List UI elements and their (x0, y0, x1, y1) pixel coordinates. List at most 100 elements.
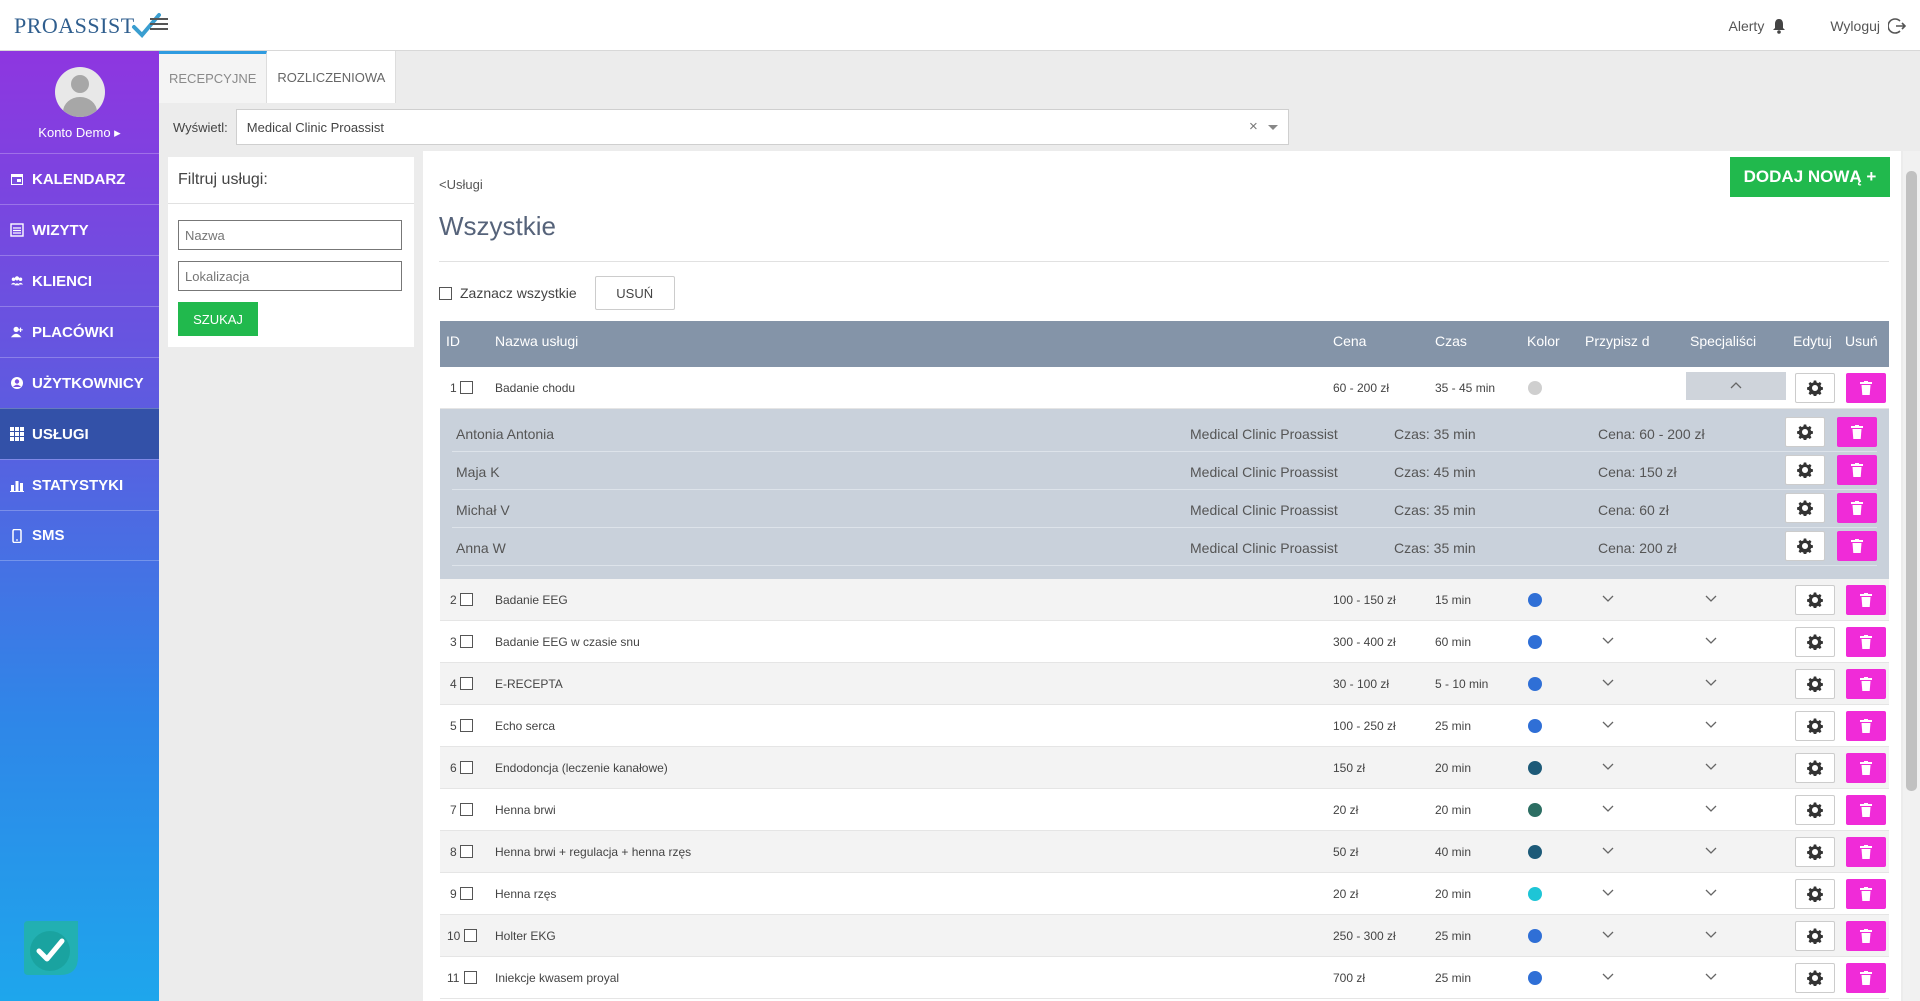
sidebar-item-wizyty[interactable]: WIZYTY (0, 204, 159, 255)
row-checkbox[interactable] (464, 971, 477, 984)
scrollbar[interactable] (1903, 151, 1920, 1001)
delete-button[interactable] (1846, 921, 1886, 951)
chevron-down-icon[interactable] (1602, 846, 1614, 856)
service-name[interactable]: Badanie EEG w czasie snu (495, 635, 640, 649)
chevron-down-icon[interactable] (1705, 594, 1717, 604)
edit-button[interactable] (1795, 753, 1835, 783)
row-checkbox[interactable] (460, 381, 473, 394)
profile[interactable]: Konto Demo ▸ (0, 51, 159, 153)
chevron-down-icon[interactable] (1602, 930, 1614, 940)
row-checkbox[interactable] (460, 887, 473, 900)
row-checkbox[interactable] (460, 635, 473, 648)
chevron-down-icon[interactable] (1602, 804, 1614, 814)
delete-specialist-button[interactable] (1837, 417, 1877, 447)
menu-toggle-icon[interactable] (150, 15, 168, 33)
scrollbar-thumb[interactable] (1906, 171, 1917, 791)
sidebar-item-sms[interactable]: SMS (0, 510, 159, 561)
edit-specialist-button[interactable] (1785, 455, 1825, 485)
tab-rozliczeniowa[interactable]: ROZLICZENIOWA (267, 51, 397, 103)
delete-specialist-button[interactable] (1837, 531, 1877, 561)
chevron-down-icon[interactable] (1267, 125, 1278, 130)
service-name[interactable]: Henna brwi + regulacja + henna rzęs (495, 845, 691, 859)
chevron-down-icon[interactable] (1602, 762, 1614, 772)
delete-selected-button[interactable]: USUŃ (594, 276, 675, 310)
edit-button[interactable] (1795, 921, 1835, 951)
logout-link[interactable]: Wyloguj (1830, 17, 1906, 35)
edit-button[interactable] (1795, 585, 1835, 615)
tab-recepcyjne[interactable]: RECEPCYJNE (159, 51, 268, 103)
clinic-select[interactable]: Medical Clinic Proassist × (235, 109, 1289, 145)
clear-icon[interactable]: × (1249, 118, 1258, 135)
service-name[interactable]: Iniekcje kwasem proyal (495, 971, 619, 985)
service-name[interactable]: Endodoncja (leczenie kanałowe) (495, 761, 668, 775)
row-checkbox[interactable] (460, 719, 473, 732)
chevron-down-icon[interactable] (1705, 678, 1717, 688)
delete-button[interactable] (1846, 585, 1886, 615)
service-name[interactable]: Holter EKG (495, 929, 556, 943)
edit-specialist-button[interactable] (1785, 531, 1825, 561)
row-checkbox[interactable] (460, 593, 473, 606)
select-all-checkbox[interactable] (439, 286, 452, 300)
delete-button[interactable] (1846, 963, 1886, 993)
chevron-down-icon[interactable] (1705, 636, 1717, 646)
breadcrumb[interactable]: <Usługi (439, 177, 483, 192)
delete-button[interactable] (1846, 837, 1886, 867)
sidebar-item-kalendarz[interactable]: KALENDARZ (0, 153, 159, 204)
chevron-down-icon[interactable] (1705, 930, 1717, 940)
edit-button[interactable] (1795, 627, 1835, 657)
chevron-down-icon[interactable] (1602, 720, 1614, 730)
edit-specialist-button[interactable] (1785, 493, 1825, 523)
chevron-down-icon[interactable] (1705, 804, 1717, 814)
chevron-down-icon[interactable] (1705, 888, 1717, 898)
edit-button[interactable] (1795, 879, 1835, 909)
service-name[interactable]: Badanie chodu (495, 381, 575, 395)
row-checkbox[interactable] (460, 803, 473, 816)
row-checkbox[interactable] (460, 845, 473, 858)
service-name[interactable]: Henna brwi (495, 803, 556, 817)
edit-button[interactable] (1795, 963, 1835, 993)
service-name[interactable]: E-RECEPTA (495, 677, 563, 691)
search-button[interactable]: SZUKAJ (178, 302, 258, 336)
edit-button[interactable] (1795, 373, 1835, 403)
sidebar-item-statystyki[interactable]: STATYSTYKI (0, 459, 159, 510)
chevron-down-icon[interactable] (1602, 972, 1614, 982)
edit-button[interactable] (1795, 795, 1835, 825)
chevron-down-icon[interactable] (1705, 846, 1717, 856)
sidebar-item-uslugi[interactable]: USŁUGI (0, 408, 159, 459)
delete-button[interactable] (1846, 795, 1886, 825)
chevron-down-icon[interactable] (1602, 594, 1614, 604)
delete-button[interactable] (1846, 879, 1886, 909)
proassist-logo[interactable]: PROASSIST (14, 9, 161, 43)
add-new-button[interactable]: DODAJ NOWĄ + (1730, 157, 1890, 197)
edit-button[interactable] (1795, 837, 1835, 867)
row-checkbox[interactable] (464, 929, 477, 942)
service-name[interactable]: Henna rzęs (495, 887, 556, 901)
edit-specialist-button[interactable] (1785, 417, 1825, 447)
chevron-down-icon[interactable] (1602, 678, 1614, 688)
specialists-toggle[interactable] (1686, 372, 1786, 400)
edit-button[interactable] (1795, 711, 1835, 741)
delete-specialist-button[interactable] (1837, 455, 1877, 485)
delete-button[interactable] (1846, 669, 1886, 699)
chevron-down-icon[interactable] (1705, 720, 1717, 730)
chevron-down-icon[interactable] (1602, 636, 1614, 646)
chevron-down-icon[interactable] (1705, 972, 1717, 982)
chevron-down-icon[interactable] (1602, 888, 1614, 898)
service-name[interactable]: Echo serca (495, 719, 555, 733)
alerts-link[interactable]: Alerty (1729, 18, 1787, 34)
delete-button[interactable] (1846, 711, 1886, 741)
row-checkbox[interactable] (460, 761, 473, 774)
sidebar-item-uzytkownicy[interactable]: UŻYTKOWNICY (0, 357, 159, 408)
row-checkbox[interactable] (460, 677, 473, 690)
chevron-up-icon[interactable] (1730, 381, 1742, 391)
delete-button[interactable] (1846, 627, 1886, 657)
delete-button[interactable] (1846, 373, 1886, 403)
name-filter-input[interactable] (178, 220, 402, 250)
location-filter-input[interactable] (178, 261, 402, 291)
delete-button[interactable] (1846, 753, 1886, 783)
chevron-down-icon[interactable] (1705, 762, 1717, 772)
delete-specialist-button[interactable] (1837, 493, 1877, 523)
service-name[interactable]: Badanie EEG (495, 593, 568, 607)
sidebar-item-klienci[interactable]: KLIENCI (0, 255, 159, 306)
edit-button[interactable] (1795, 669, 1835, 699)
